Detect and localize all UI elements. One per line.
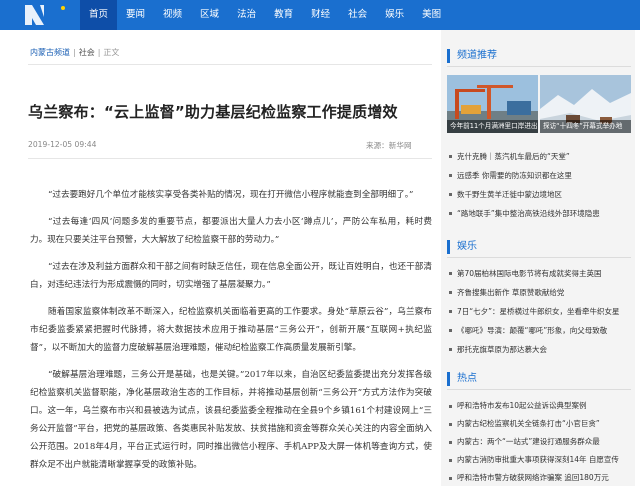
bullet-icon: [449, 291, 452, 294]
recommend-item[interactable]: 数千野生黄羊迁徙中蒙边境地区: [448, 185, 634, 204]
xinhua-logo[interactable]: [22, 1, 76, 29]
bullet-icon: [449, 422, 452, 426]
article-paragraph: “过去在涉及利益方面群众和干部之间有时缺乏信任，现在信息全面公开，既让百姓明白，…: [30, 262, 432, 290]
recommend-item-text: “路地联手”集中整治高铁沿线外部环境隐患: [457, 209, 600, 218]
hot-item-text: 内蒙古消防审批重大事项获得深刻14年 自愿宣传: [457, 455, 619, 464]
breadcrumb-separator: |: [73, 48, 76, 57]
hot-item[interactable]: 内蒙古：两个“一站式”建设打通服务群众最: [448, 433, 634, 451]
entertainment-item-text: 第70届柏林国际电影节将有成就奖得主英国: [457, 269, 602, 278]
bullet-icon: [449, 272, 452, 275]
hot-list: 呼和浩特市发布10起公益诉讼典型案例内蒙古纪检监察机关全链条打击“小官巨贪” 内蒙…: [448, 397, 634, 486]
nav-item-2[interactable]: 视频: [154, 0, 191, 30]
entertainment-divider: [447, 257, 631, 258]
hot-item-text: 呼和浩特市警方破获网络诈骗案 追回180万元: [457, 473, 609, 482]
recommend-divider: [447, 66, 631, 67]
recommend-item[interactable]: 远感季 你需要的防冻知识都在这里: [448, 166, 634, 185]
bullet-icon: [449, 404, 452, 408]
recommend-thumb-2[interactable]: 探访“十四冬”开幕式举办地: [540, 75, 631, 133]
bullet-icon: [449, 348, 452, 351]
article-column: 内蒙古频道 | 社会 | 正文 乌兰察布：“云上监督”助力基层纪检监察工作提质增效 20…: [14, 30, 432, 486]
nav-item-8[interactable]: 娱乐: [376, 0, 413, 30]
bullet-icon: [449, 155, 452, 158]
nav-item-0[interactable]: 首页: [80, 0, 118, 30]
thumb-caption-2: 探访“十四冬”开幕式举办地: [540, 120, 631, 133]
breadcrumb-section-link[interactable]: 社会: [79, 48, 95, 57]
breadcrumb-divider: [28, 64, 432, 65]
nav-item-9[interactable]: 美图: [413, 0, 450, 30]
bullet-icon: [449, 310, 452, 313]
recommend-thumb-1[interactable]: 今年前11个月满洲里口岸进出口: [447, 75, 538, 133]
breadcrumb-current: 正文: [103, 48, 120, 57]
nav-item-5[interactable]: 教育: [265, 0, 302, 30]
article-paragraph: 随着国家监察体制改革不断深入，纪检监察机关面临着更高的工作要求。身处“草原云谷”…: [30, 307, 432, 353]
hot-item-text: 呼和浩特市发布10起公益诉讼典型案例: [457, 401, 587, 410]
entertainment-heading: 娱乐: [447, 240, 477, 254]
bullet-icon: [449, 440, 452, 444]
entertainment-item[interactable]: 《哪吒》导演：颠覆“哪吒”形象，向父母致敬: [448, 321, 634, 340]
entertainment-item-text: 7日“七夕”：星桥横过牛郎织女，坐看牵牛织女星: [457, 307, 620, 316]
breadcrumb: 内蒙古频道 | 社会 | 正文: [30, 47, 119, 58]
recommend-item[interactable]: 克什克腾｜蒸汽机车最后的“天堂”: [448, 147, 634, 166]
bullet-icon: [449, 476, 452, 480]
main-menu: 首页 要闻 视频 区域 法治 教育 财经 社会 娱乐 美图: [80, 0, 450, 30]
hot-divider: [447, 389, 631, 390]
article-paragraph: “过去每逢‘四风’问题多发的重要节点，都要派出大量人力去小区‘蹲点儿’，严防公车…: [30, 217, 432, 245]
breadcrumb-home-link[interactable]: 内蒙古频道: [30, 48, 70, 57]
hot-heading: 热点: [447, 372, 477, 386]
recommend-item-text: 远感季 你需要的防冻知识都在这里: [457, 171, 572, 180]
top-nav-bar: 首页 要闻 视频 区域 法治 教育 财经 社会 娱乐 美图: [0, 0, 640, 30]
entertainment-item[interactable]: 齐鲁搜集出新作 草原赞歌献给党: [448, 283, 634, 302]
bullet-icon: [449, 212, 452, 215]
article-timestamp: 2019-12-05 09:44: [28, 140, 97, 149]
entertainment-item[interactable]: 7日“七夕”：星桥横过牛郎织女，坐看牵牛织女星: [448, 302, 634, 321]
nav-item-3[interactable]: 区域: [191, 0, 228, 30]
nav-item-1[interactable]: 要闻: [117, 0, 154, 30]
hot-item-text: 内蒙古纪检监察机关全链条打击“小官巨贪”: [457, 419, 600, 428]
article-paragraph: “破解基层治理难题，三务公开是基础，也是关键。”2017年以来，自治区纪委监委提…: [30, 370, 432, 470]
entertainment-item-text: 齐鲁搜集出新作 草原赞歌献给党: [457, 288, 565, 297]
entertainment-item-text: 《哪吒》导演：颠覆“哪吒”形象，向父母致敬: [457, 326, 608, 335]
meta-divider: [28, 158, 432, 159]
nav-item-7[interactable]: 社会: [339, 0, 376, 30]
hot-item[interactable]: 呼和浩特市警方破获网络诈骗案 追回180万元: [448, 469, 634, 486]
recommend-heading: 频道推荐: [447, 49, 497, 63]
hot-item[interactable]: 内蒙古消防审批重大事项获得深刻14年 自愿宣传: [448, 451, 634, 469]
hot-item[interactable]: 呼和浩特市发布10起公益诉讼典型案例: [448, 397, 634, 415]
entertainment-item[interactable]: 那托克旗草原为那达慕大会: [448, 340, 634, 359]
recommend-item-text: 数千野生黄羊迁徙中蒙边境地区: [457, 190, 562, 199]
article-body: “过去要跑好几个单位才能核实享受各类补贴的情况，现在打开微信小程序就能查到全部明…: [30, 186, 432, 483]
bullet-icon: [449, 329, 452, 332]
entertainment-item[interactable]: 第70届柏林国际电影节将有成就奖得主英国: [448, 264, 634, 283]
thumb-caption-1: 今年前11个月满洲里口岸进出口: [447, 120, 538, 133]
hot-item[interactable]: 内蒙古纪检监察机关全链条打击“小官巨贪”: [448, 415, 634, 433]
bullet-icon: [449, 174, 452, 177]
bullet-icon: [449, 193, 452, 196]
hot-item-text: 内蒙古：两个“一站式”建设打通服务群众最: [457, 437, 600, 446]
recommend-list: 克什克腾｜蒸汽机车最后的“天堂” 远感季 你需要的防冻知识都在这里 数千野生黄羊迁徙…: [448, 147, 634, 223]
nav-item-4[interactable]: 法治: [228, 0, 265, 30]
bullet-icon: [449, 458, 452, 462]
article-title: 乌兰察布：“云上监督”助力基层纪检监察工作提质增效: [28, 103, 398, 121]
article-source: 来源：新华网: [366, 141, 412, 150]
recommend-item-text: 克什克腾｜蒸汽机车最后的“天堂”: [457, 152, 570, 161]
article-paragraph: “过去要跑好几个单位才能核实享受各类补贴的情况，现在打开微信小程序就能查到全部明…: [48, 190, 414, 200]
entertainment-list: 第70届柏林国际电影节将有成就奖得主英国 齐鲁搜集出新作 草原赞歌献给党 7日“七夕…: [448, 264, 634, 359]
nav-item-6[interactable]: 财经: [302, 0, 339, 30]
entertainment-item-text: 那托克旗草原为那达慕大会: [457, 345, 547, 354]
breadcrumb-separator: |: [97, 48, 101, 57]
recommend-item[interactable]: “路地联手”集中整治高铁沿线外部环境隐患: [448, 204, 634, 223]
